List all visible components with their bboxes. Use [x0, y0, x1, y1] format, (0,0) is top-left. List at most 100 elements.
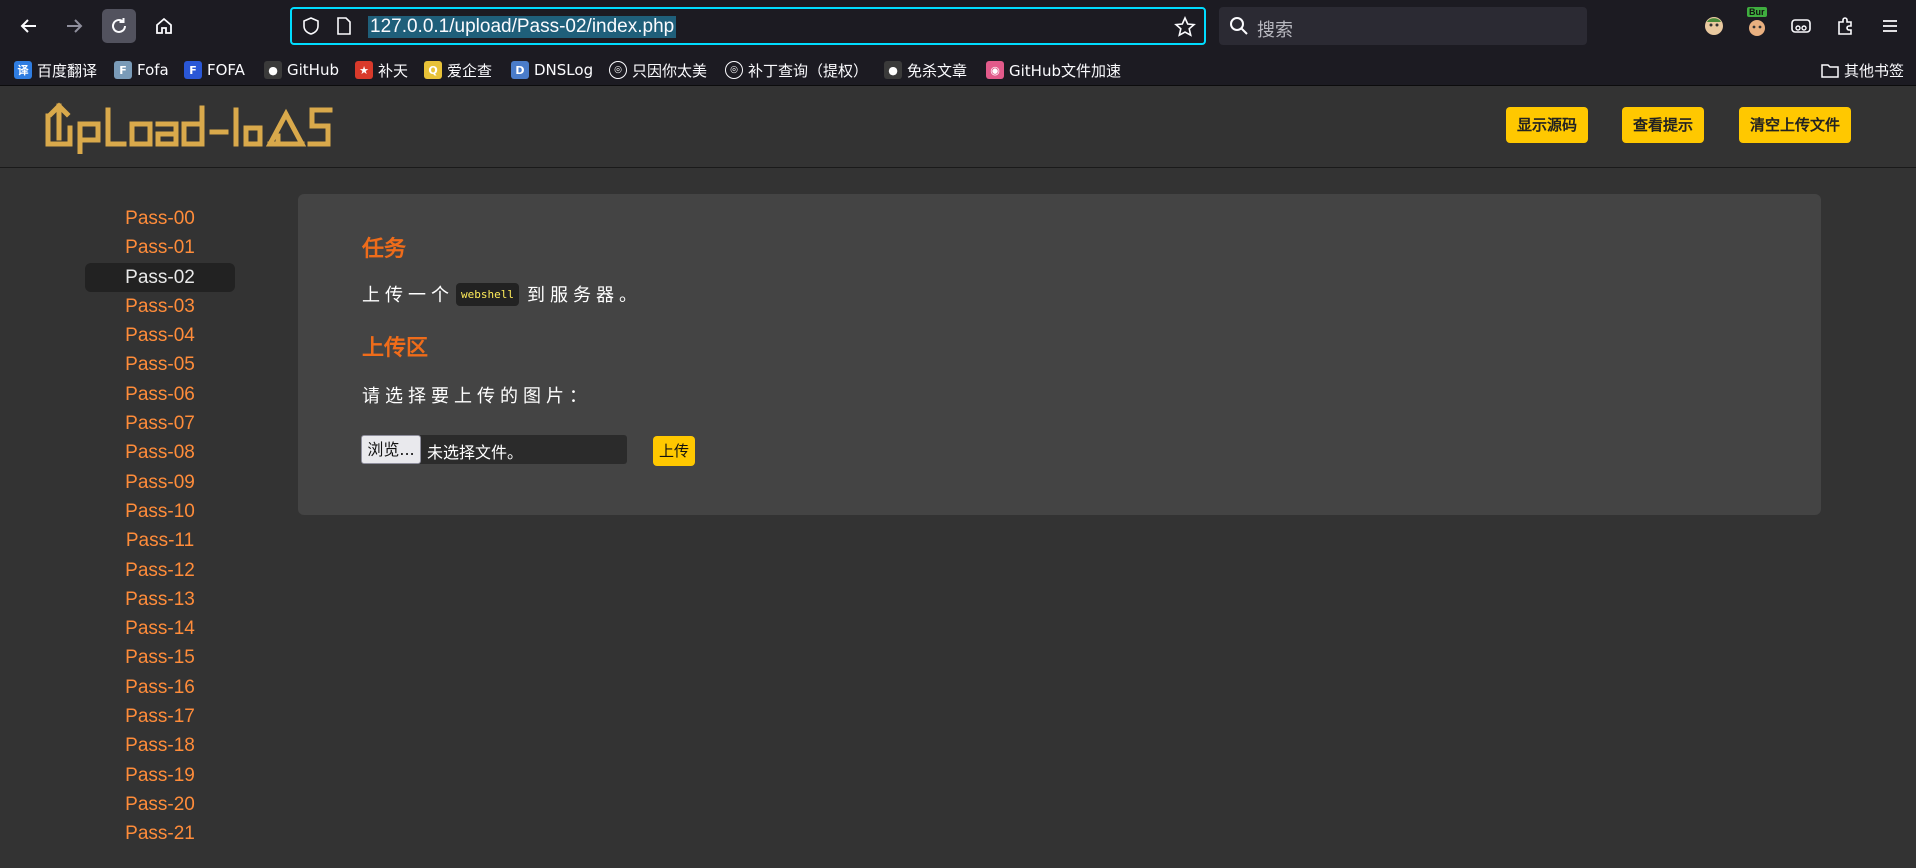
sidebar-item-pass-14[interactable]: Pass-14 — [85, 614, 235, 643]
sidebar-item-pass-15[interactable]: Pass-15 — [85, 643, 235, 672]
upload-area-heading: 上传区 — [362, 336, 429, 361]
sidebar-item-pass-11[interactable]: Pass-11 — [85, 526, 235, 555]
bookmark-item[interactable]: ◎ 只因你太美 — [609, 59, 707, 81]
upload-prompt: 请选择要上传的图片： — [362, 386, 592, 407]
fofa-icon: F — [114, 61, 132, 79]
task-heading: 任务 — [362, 237, 407, 262]
bookmark-item[interactable]: ● 免杀文章 — [884, 59, 967, 81]
sidebar-item-pass-19[interactable]: Pass-19 — [85, 761, 235, 790]
bookmark-label: DNSLog — [534, 61, 594, 79]
search-bar[interactable]: 搜索 — [1219, 7, 1587, 45]
folder-icon — [1821, 64, 1839, 78]
burp-extension-icon[interactable]: Bur — [1744, 7, 1770, 39]
sidebar-item-pass-01[interactable]: Pass-01 — [85, 233, 235, 262]
bookmark-label: FOFA — [207, 61, 245, 79]
back-button[interactable] — [12, 9, 46, 43]
bookmark-item[interactable]: ◎ 补丁查询（提权） — [725, 59, 868, 81]
sidebar-item-pass-21[interactable]: Pass-21 — [85, 819, 235, 848]
bookmark-item[interactable]: 译百度翻译 — [14, 59, 97, 81]
task-suffix: 到服务器。 — [526, 285, 642, 306]
bookmark-item[interactable]: Q 爱企查 — [424, 59, 492, 81]
back-arrow-icon — [20, 19, 36, 33]
sidebar-item-pass-05[interactable]: Pass-05 — [85, 350, 235, 379]
bookmark-item[interactable]: F Fofa — [114, 59, 169, 81]
sidebar-item-pass-20[interactable]: Pass-20 — [85, 790, 235, 819]
github-icon: ● — [264, 61, 282, 79]
search-placeholder: 搜索 — [1257, 20, 1293, 41]
view-hint-button[interactable]: 查看提示 — [1622, 107, 1705, 143]
sidebar-item-pass-16[interactable]: Pass-16 — [85, 673, 235, 702]
github-icon: ● — [884, 61, 902, 79]
butian-icon: ★ — [355, 61, 373, 79]
bookmark-label: 爱企查 — [447, 61, 493, 80]
show-source-button[interactable]: 显示源码 — [1506, 107, 1589, 143]
bookmark-label: 补丁查询（提权） — [748, 61, 869, 80]
extension-badge: Bur — [1747, 7, 1767, 17]
url-bar[interactable]: 127.0.0.1/upload/Pass-02/index.php — [290, 7, 1206, 45]
sidebar-item-pass-03[interactable]: Pass-03 — [85, 292, 235, 321]
sidebar-item-pass-04[interactable]: Pass-04 — [85, 321, 235, 350]
extension-avatar-icon[interactable] — [1701, 13, 1727, 39]
other-bookmarks[interactable]: 其他书签 — [1821, 59, 1904, 81]
sidebar-item-pass-00[interactable]: Pass-00 — [85, 204, 235, 233]
main-panel: 任务 上传一个 webshell 到服务器。 上传区 请选择要上传的图片： 浏览… — [298, 194, 1821, 515]
upload-submit-button[interactable]: 上传 — [653, 436, 695, 466]
sidebar-item-pass-18[interactable]: Pass-18 — [85, 731, 235, 760]
sidebar-item-pass-13[interactable]: Pass-13 — [85, 585, 235, 614]
file-status-text: 未选择文件。 — [427, 443, 524, 462]
upload-labs-logo — [45, 102, 333, 154]
extensions-puzzle-icon[interactable] — [1832, 13, 1858, 39]
sidebar-item-pass-12[interactable]: Pass-12 — [85, 556, 235, 585]
sidebar-item-pass-06[interactable]: Pass-06 — [85, 380, 235, 409]
fofa-shield-icon: F — [184, 61, 202, 79]
search-icon — [1230, 17, 1248, 35]
bookmark-star-icon[interactable] — [1174, 16, 1196, 38]
sidebar-item-pass-09[interactable]: Pass-09 — [85, 468, 235, 497]
forward-arrow-icon — [67, 19, 83, 33]
sidebar-item-pass-02[interactable]: Pass-02 — [85, 262, 235, 292]
bookmark-label: Fofa — [137, 61, 169, 79]
globe-icon: ◎ — [609, 61, 627, 79]
bookmark-label: 免杀文章 — [907, 61, 968, 80]
reload-icon — [112, 18, 126, 33]
globe-icon: ◎ — [725, 61, 743, 79]
dnslog-icon: D — [511, 61, 529, 79]
task-prefix: 上传一个 — [362, 285, 454, 306]
home-icon — [156, 17, 172, 34]
menu-hamburger-icon[interactable] — [1877, 13, 1903, 39]
bookmark-label: 只因你太美 — [632, 61, 708, 80]
bookmark-label: GitHub文件加速 — [1009, 61, 1121, 80]
bookmark-label: 补天 — [378, 61, 409, 80]
sidebar-item-pass-10[interactable]: Pass-10 — [85, 497, 235, 526]
bookmark-item[interactable]: ◉ GitHub文件加速 — [986, 59, 1121, 81]
sidebar-item-pass-17[interactable]: Pass-17 — [85, 702, 235, 731]
home-button[interactable] — [147, 9, 181, 43]
reload-button[interactable] — [102, 9, 136, 43]
sidebar-item-pass-07[interactable]: Pass-07 — [85, 409, 235, 438]
bookmark-label: GitHub — [287, 61, 339, 79]
bookmark-item[interactable]: F FOFA — [184, 59, 245, 81]
site-header: 显示源码 查看提示 清空上传文件 — [0, 86, 1916, 168]
page-info-icon[interactable] — [336, 17, 352, 35]
url-text[interactable]: 127.0.0.1/upload/Pass-02/index.php — [368, 16, 677, 38]
task-description: 上传一个 webshell 到服务器。 — [362, 281, 642, 307]
glasses-extension-icon[interactable] — [1788, 13, 1814, 39]
sidebar-item-pass-08[interactable]: Pass-08 — [85, 438, 235, 467]
pig-icon: ◉ — [986, 61, 1004, 79]
bookmark-item[interactable]: ● GitHub — [264, 59, 339, 81]
forward-button[interactable] — [57, 9, 91, 43]
bookmark-label: 百度翻译 — [37, 61, 98, 80]
browser-toolbar: 127.0.0.1/upload/Pass-02/index.php 搜索 Bu… — [0, 0, 1916, 52]
bookmark-item[interactable]: ★ 补天 — [355, 59, 408, 81]
other-bookmarks-label: 其他书签 — [1843, 61, 1904, 80]
aiqicha-icon: Q — [424, 61, 442, 79]
browse-button[interactable]: 浏览... — [361, 435, 421, 464]
shield-icon[interactable] — [302, 17, 320, 35]
translate-icon: 译 — [14, 61, 32, 79]
webshell-code: webshell — [456, 282, 519, 306]
bookmarks-bar: 其他书签 译百度翻译 F Fofa F FOFA ● GitHub ★ 补天 Q 爱企查 D DNSLo… — [0, 52, 1916, 86]
file-input[interactable]: 浏览... 未选择文件。 — [361, 435, 627, 464]
clear-uploads-button[interactable]: 清空上传文件 — [1739, 107, 1852, 143]
bookmark-item[interactable]: D DNSLog — [511, 59, 593, 81]
sidebar-nav: Pass-00 Pass-01 Pass-02 Pass-03 Pass-04 Pass-… — [85, 204, 235, 849]
